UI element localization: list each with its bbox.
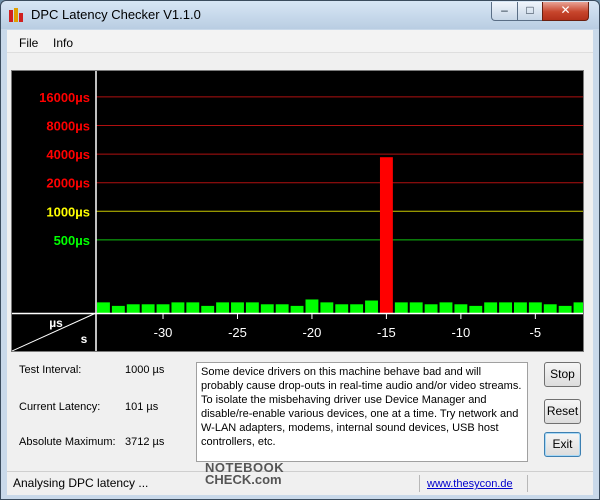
latency-bar	[484, 302, 498, 313]
x-tick-label: -20	[303, 325, 322, 340]
x-tick-label: -15	[377, 325, 396, 340]
x-tick-label: -5	[530, 325, 542, 340]
x-unit-label: s	[81, 332, 88, 346]
latency-bar	[350, 304, 364, 313]
latency-bar	[231, 302, 244, 313]
latency-bar	[141, 304, 155, 313]
status-separator	[419, 475, 420, 492]
status-bar: Analysing DPC latency ... www.thesycon.d…	[7, 471, 593, 495]
latency-graph-canvas: 16000µs 8000µs 4000µs 2000µs 1000µs 500µs -30 -…	[12, 71, 583, 351]
latency-bar	[379, 157, 393, 313]
latency-bar	[126, 304, 140, 313]
latency-bar	[216, 302, 230, 313]
exit-button[interactable]: Exit	[544, 432, 581, 457]
x-tick-label: -25	[228, 325, 247, 340]
y-level-label: 4000µs	[46, 147, 90, 162]
latency-bar	[186, 302, 200, 313]
current-latency-value: 101 µs	[125, 401, 159, 413]
y-level-label: 500µs	[54, 233, 90, 248]
current-latency-label: Current Latency:	[19, 401, 101, 413]
client-area: File Info 16000µs 8000µs 4000µs 2000µs 1000µ…	[7, 30, 593, 495]
x-tick-label: -30	[154, 325, 173, 340]
latency-bar	[320, 302, 334, 313]
latency-bar	[335, 304, 349, 313]
latency-bar	[409, 302, 423, 313]
latency-bar	[439, 302, 453, 313]
latency-bar	[111, 305, 125, 313]
latency-graph: 16000µs 8000µs 4000µs 2000µs 1000µs 500µs -30 -…	[11, 70, 584, 352]
latency-bar	[97, 302, 110, 313]
latency-bar	[305, 299, 319, 313]
latency-bar	[290, 305, 304, 313]
test-interval-value: 1000 µs	[125, 364, 165, 376]
latency-bar	[499, 302, 513, 313]
latency-bar	[275, 304, 289, 313]
latency-bar	[260, 304, 274, 313]
latency-bar	[454, 304, 468, 313]
thesycon-link[interactable]: www.thesycon.de	[427, 478, 513, 490]
latency-bar	[424, 304, 438, 313]
description-text: Some device drivers on this machine beha…	[196, 362, 528, 462]
stop-button[interactable]: Stop	[544, 362, 581, 387]
status-message: Analysing DPC latency ...	[13, 476, 149, 490]
info-area: Test Interval: 1000 µs Current Latency: …	[7, 358, 593, 466]
app-bars-icon	[9, 8, 24, 22]
x-tick-label: -10	[451, 325, 470, 340]
latency-bar	[543, 304, 557, 313]
latency-bar	[469, 305, 483, 313]
menu-info[interactable]: Info	[53, 36, 73, 50]
maximize-button[interactable]: □	[517, 2, 543, 21]
menu-bar: File Info	[7, 30, 593, 53]
reset-button[interactable]: Reset	[544, 399, 581, 424]
latency-bar	[171, 302, 185, 313]
title-bar[interactable]: DPC Latency Checker V1.1.0 – □ ✕	[1, 1, 599, 29]
latency-bar	[394, 302, 408, 313]
latency-bar	[558, 305, 572, 313]
test-interval-label: Test Interval:	[19, 364, 82, 376]
absolute-maximum-label: Absolute Maximum:	[19, 436, 116, 448]
menu-file[interactable]: File	[19, 36, 38, 50]
status-separator	[527, 475, 528, 492]
notebookcheck-watermark: NOTEBOOK CHECK.com	[205, 461, 295, 487]
minimize-button[interactable]: –	[491, 2, 518, 21]
y-level-label: 8000µs	[46, 119, 90, 134]
y-level-label: 1000µs	[46, 204, 90, 219]
watermark-line-2: CHECK.com	[205, 472, 282, 487]
latency-bar	[245, 302, 259, 313]
latency-bar	[365, 300, 378, 313]
y-unit-label: µs	[49, 316, 63, 330]
absolute-maximum-value: 3712 µs	[125, 436, 165, 448]
latency-bar	[514, 302, 527, 313]
close-button[interactable]: ✕	[542, 2, 589, 21]
y-level-label: 2000µs	[46, 176, 90, 191]
latency-bar	[156, 304, 170, 313]
app-window: DPC Latency Checker V1.1.0 – □ ✕ File In…	[0, 0, 600, 500]
latency-bar	[573, 302, 583, 313]
latency-bar	[528, 302, 542, 313]
latency-bar	[201, 305, 215, 313]
window-title: DPC Latency Checker V1.1.0	[31, 7, 201, 22]
y-level-label: 16000µs	[39, 90, 90, 105]
